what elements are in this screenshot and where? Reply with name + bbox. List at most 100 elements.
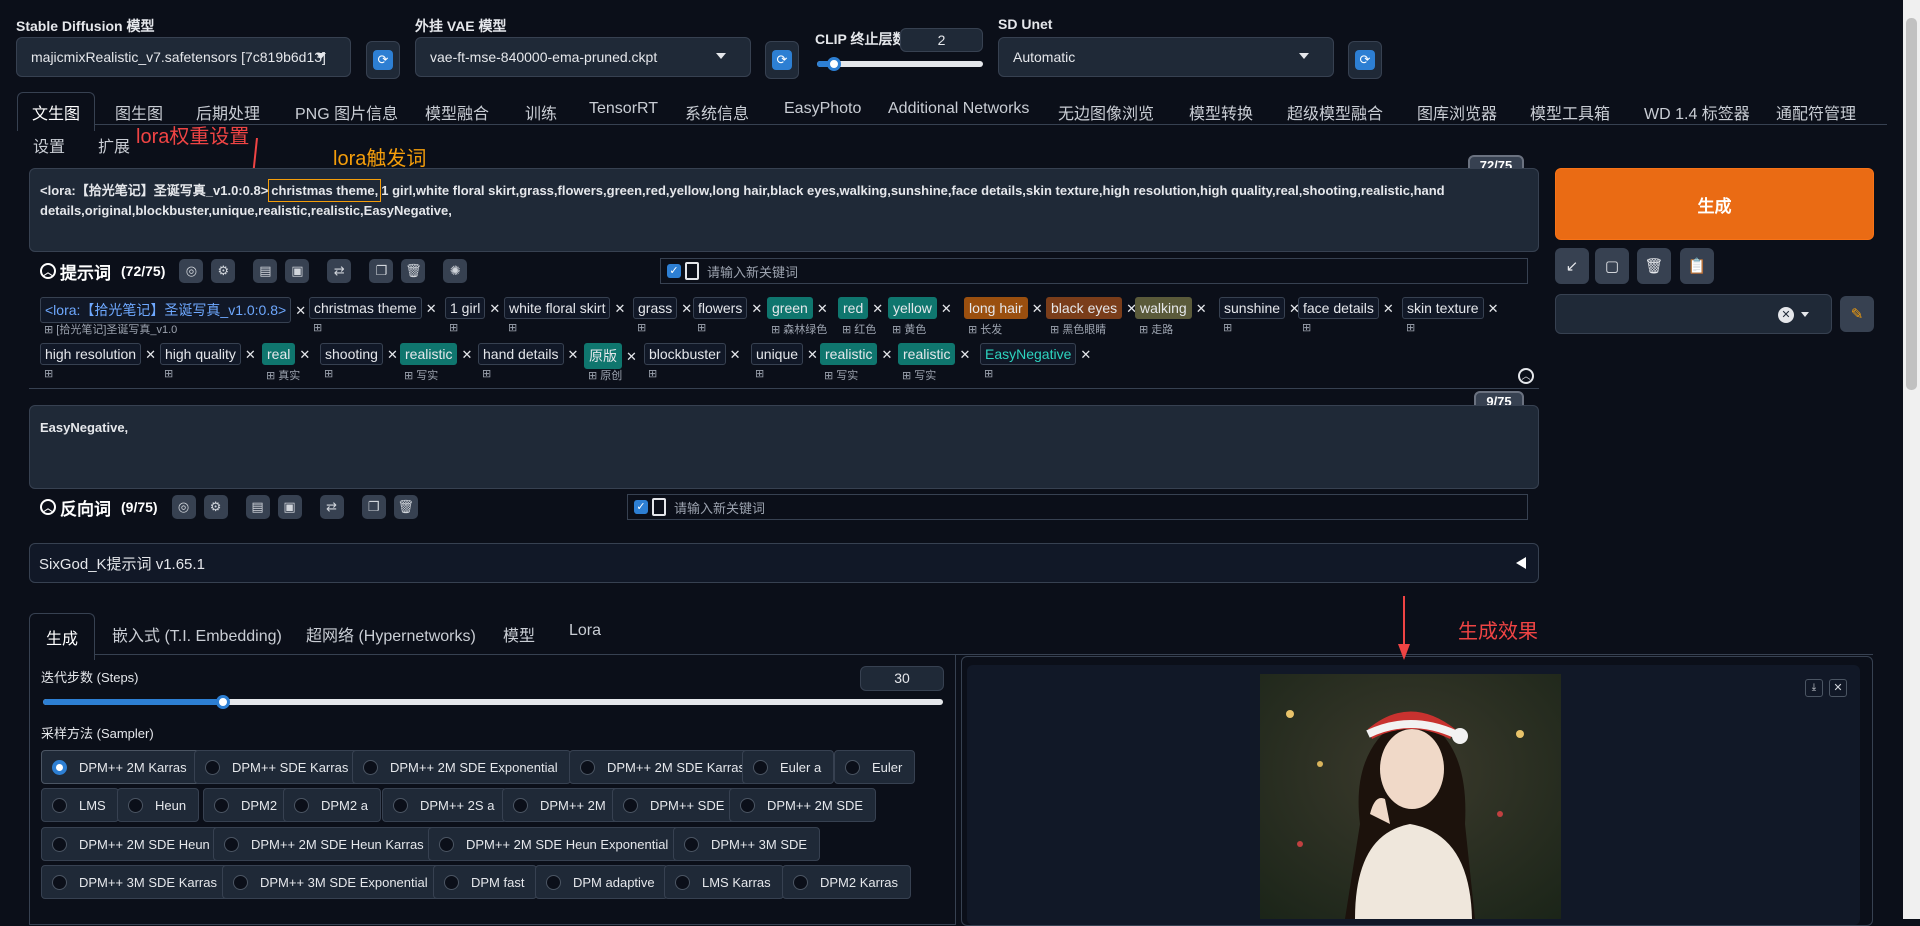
tab-13[interactable]: 图库浏览器 bbox=[1417, 100, 1497, 124]
clip-value-input[interactable]: 2 bbox=[900, 28, 983, 52]
clip-slider-thumb[interactable] bbox=[827, 57, 841, 71]
sampler-option[interactable]: Euler bbox=[834, 750, 916, 784]
negative-new-keyword-input[interactable]: ✓ 请输入新关键词 bbox=[627, 494, 1528, 520]
close-icon[interactable]: ✕ bbox=[295, 303, 306, 319]
vae-refresh-button[interactable]: ⟳ bbox=[765, 41, 799, 79]
sampler-option[interactable]: DPM++ 2M SDE Karras bbox=[569, 750, 758, 784]
sampler-option[interactable]: DPM2 a bbox=[283, 788, 381, 822]
history-icon[interactable]: ▤ bbox=[245, 495, 270, 519]
tag-chip[interactable]: <lora:【拾光笔记】圣诞写真_v1.0:0.8> ✕ ⊞ [拾光笔记]圣诞写真_… bbox=[40, 297, 306, 336]
close-icon[interactable]: ✕ bbox=[614, 301, 625, 317]
close-icon[interactable]: ✕ bbox=[1488, 301, 1499, 317]
translate-icon[interactable]: ⇄ bbox=[327, 259, 352, 283]
collapse-tags-icon[interactable]: ︿ bbox=[1518, 368, 1534, 384]
close-icon[interactable]: ✕ bbox=[145, 347, 156, 363]
generate-button[interactable]: 生成 bbox=[1555, 168, 1874, 240]
tag-chip[interactable]: realistic ✕ ⊞ 写实 bbox=[400, 343, 472, 382]
sampler-option[interactable]: DPM fast bbox=[433, 865, 538, 899]
close-icon[interactable]: ✕ bbox=[245, 347, 256, 363]
sampler-option[interactable]: LMS bbox=[41, 788, 119, 822]
clear-icon[interactable]: ✕ bbox=[1778, 307, 1794, 323]
tab-8[interactable]: EasyPhoto bbox=[784, 100, 861, 118]
tab-18[interactable]: 扩展 bbox=[98, 133, 130, 157]
tag-chip[interactable]: long hair ✕ ⊞ 长发 bbox=[964, 297, 1043, 336]
subtab-2[interactable]: 超网络 (Hypernetworks) bbox=[306, 622, 476, 646]
sampler-option[interactable]: DPM++ 3M SDE bbox=[673, 827, 821, 861]
tag-chip[interactable]: high resolution ✕ ⊞ bbox=[40, 343, 156, 380]
close-icon[interactable]: ✕ bbox=[959, 347, 970, 363]
tab-5[interactable]: 训练 bbox=[525, 100, 557, 124]
tab-11[interactable]: 模型转换 bbox=[1189, 100, 1253, 124]
page-scrollbar-thumb[interactable] bbox=[1906, 18, 1917, 390]
sampler-option[interactable]: DPM++ 3M SDE Exponential bbox=[222, 865, 441, 899]
tab-2[interactable]: 后期处理 bbox=[196, 100, 260, 124]
tab-9[interactable]: Additional Networks bbox=[888, 100, 1029, 118]
sampler-option[interactable]: DPM++ 3M SDE Karras bbox=[41, 865, 230, 899]
tag-chip[interactable]: walking ✕ ⊞ 走路 bbox=[1135, 297, 1207, 336]
close-icon[interactable]: ✕ bbox=[941, 301, 952, 317]
sampler-option[interactable]: DPM++ 2M SDE bbox=[729, 788, 877, 822]
tag-chip[interactable]: high quality ✕ ⊞ bbox=[160, 343, 256, 380]
tag-chip[interactable]: EasyNegative ✕ ⊞ bbox=[980, 343, 1091, 380]
tab-4[interactable]: 模型融合 bbox=[425, 100, 489, 124]
sampler-option[interactable]: DPM2 Karras bbox=[782, 865, 912, 899]
sampler-option[interactable]: Euler a bbox=[742, 750, 835, 784]
close-icon[interactable]: ✕ bbox=[751, 301, 762, 317]
close-icon[interactable]: ✕ bbox=[872, 301, 883, 317]
close-icon[interactable]: ✕ bbox=[817, 301, 828, 317]
vae-dropdown[interactable]: vae-ft-mse-840000-ema-pruned.ckpt bbox=[415, 37, 751, 77]
paste-style-button[interactable]: 📋 bbox=[1680, 248, 1714, 284]
tag-chip[interactable]: white floral skirt ✕ ⊞ bbox=[504, 297, 625, 334]
delete-style-button[interactable]: 🗑 bbox=[1637, 248, 1671, 284]
sampler-option[interactable]: DPM++ 2M SDE Heun bbox=[41, 827, 223, 861]
tag-chip[interactable]: 1 girl ✕ ⊞ bbox=[445, 297, 500, 334]
trash-icon[interactable]: 🗑 bbox=[401, 259, 426, 283]
tag-chip[interactable]: grass ✕ ⊞ bbox=[633, 297, 692, 334]
tag-chip[interactable]: face details ✕ ⊞ bbox=[1298, 297, 1394, 334]
prompt-section-title[interactable]: ︿ 提示词 (72/75) bbox=[40, 259, 165, 284]
sampler-option[interactable]: DPM++ SDE bbox=[612, 788, 738, 822]
sampler-option[interactable]: DPM++ 2M SDE Heun Karras bbox=[213, 827, 437, 861]
tag-chip[interactable]: green ✕ ⊞ 森林绿色 bbox=[767, 297, 828, 336]
sampler-option[interactable]: DPM++ 2M Karras bbox=[41, 750, 200, 784]
sampler-option[interactable]: DPM++ 2M SDE Heun Exponential bbox=[428, 827, 682, 861]
gear-icon[interactable]: ⚙ bbox=[203, 495, 228, 519]
copy-icon[interactable]: ❐ bbox=[361, 495, 386, 519]
tag-chip[interactable]: realistic ✕ ⊞ 写实 bbox=[820, 343, 892, 382]
unet-dropdown[interactable]: Automatic bbox=[998, 37, 1334, 77]
globe-icon[interactable]: ◎ bbox=[171, 495, 196, 519]
tab-12[interactable]: 超级模型融合 bbox=[1287, 100, 1383, 124]
tag-chip[interactable]: unique ✕ ⊞ bbox=[751, 343, 818, 380]
steps-input[interactable]: 30 bbox=[860, 666, 944, 691]
tab-0[interactable]: 文生图 bbox=[17, 92, 96, 131]
openai-icon[interactable]: ✺ bbox=[443, 259, 468, 283]
tab-14[interactable]: 模型工具箱 bbox=[1530, 100, 1610, 124]
tab-17[interactable]: 设置 bbox=[33, 133, 65, 157]
tab-16[interactable]: 通配符管理 bbox=[1776, 100, 1856, 124]
close-icon[interactable]: ✕ bbox=[568, 347, 579, 363]
clip-slider-track[interactable] bbox=[817, 61, 983, 67]
sd-model-dropdown[interactable]: majicmixRealistic_v7.safetensors [7c819b… bbox=[16, 37, 351, 77]
negative-section-title[interactable]: ︿ 反向词 (9/75) bbox=[40, 495, 158, 520]
close-icon[interactable]: ✕ bbox=[1032, 301, 1043, 317]
styles-dropdown[interactable]: ✕ bbox=[1555, 294, 1832, 334]
sd-model-refresh-button[interactable]: ⟳ bbox=[366, 41, 400, 79]
trash-icon[interactable]: 🗑 bbox=[393, 495, 418, 519]
translate-icon[interactable]: ⇄ bbox=[319, 495, 344, 519]
tab-1[interactable]: 图生图 bbox=[115, 100, 163, 124]
close-icon[interactable]: ✕ bbox=[299, 347, 310, 363]
close-icon[interactable]: ✕ bbox=[489, 301, 500, 317]
bookmark-icon[interactable]: ▣ bbox=[285, 259, 310, 283]
subtab-3[interactable]: 模型 bbox=[503, 622, 535, 646]
close-icon[interactable]: ✕ bbox=[681, 301, 692, 317]
copy-icon[interactable]: ❐ bbox=[369, 259, 394, 283]
negative-prompt-textarea[interactable]: EasyNegative, bbox=[29, 405, 1539, 489]
download-icon[interactable]: ⤓ bbox=[1805, 679, 1823, 697]
sampler-option[interactable]: DPM++ 2S a bbox=[382, 788, 508, 822]
sampler-option[interactable]: LMS Karras bbox=[664, 865, 784, 899]
steps-slider-thumb[interactable] bbox=[216, 695, 230, 709]
subtab-1[interactable]: 嵌入式 (T.I. Embedding) bbox=[112, 622, 282, 646]
close-icon[interactable]: ✕ bbox=[1196, 301, 1207, 317]
tag-chip[interactable]: christmas theme ✕ ⊞ bbox=[309, 297, 437, 334]
tab-6[interactable]: TensorRT bbox=[589, 100, 658, 118]
